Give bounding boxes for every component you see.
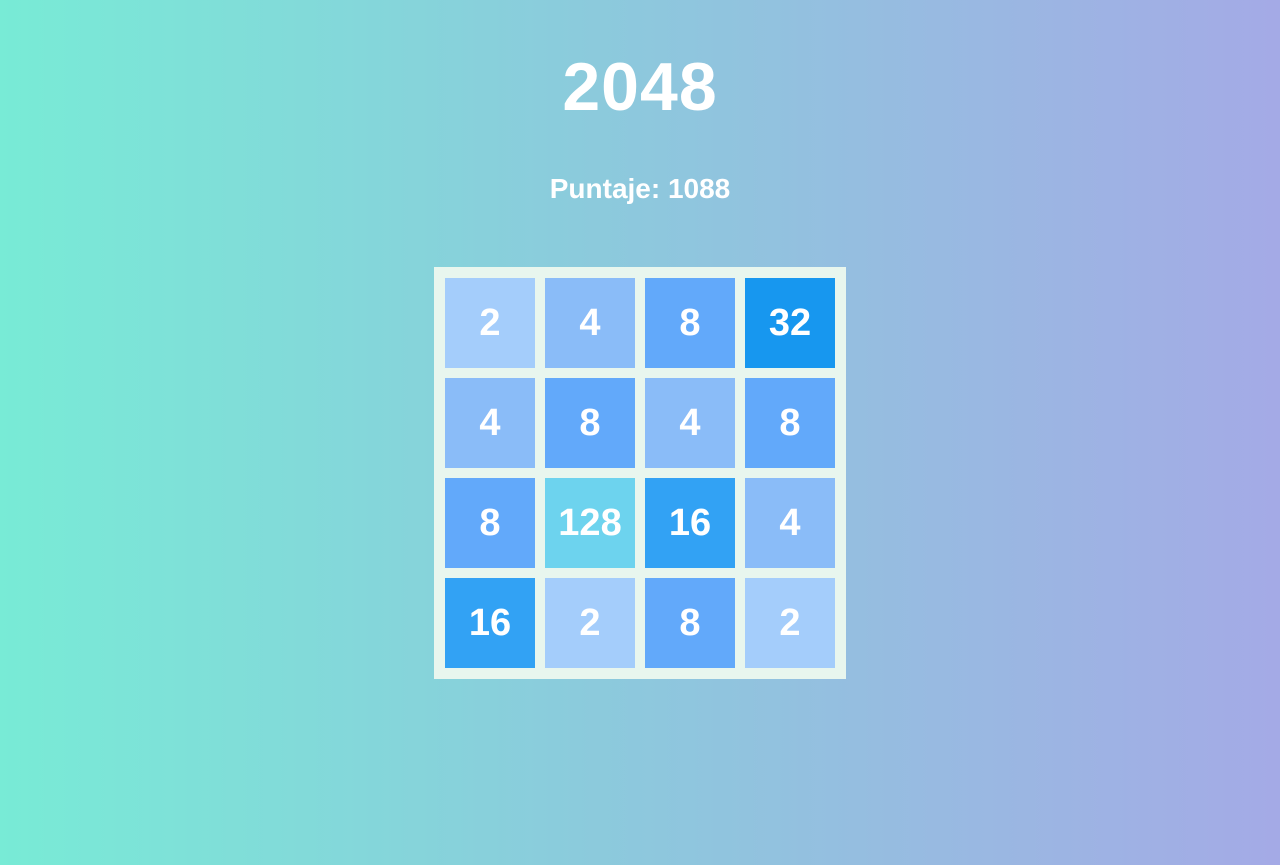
tile: 128: [545, 478, 635, 568]
game-title: 2048: [562, 49, 718, 125]
tile: 8: [645, 278, 735, 368]
tile: 4: [745, 478, 835, 568]
tile: 2: [745, 578, 835, 668]
tile: 2: [445, 278, 535, 368]
tile: 8: [745, 378, 835, 468]
tile: 8: [445, 478, 535, 568]
tile: 8: [545, 378, 635, 468]
tile: 2: [545, 578, 635, 668]
tile: 4: [545, 278, 635, 368]
tile: 16: [645, 478, 735, 568]
score-label: Puntaje: 1088: [549, 173, 731, 204]
tile: 8: [645, 578, 735, 668]
tile: 16: [445, 578, 535, 668]
tile: 4: [645, 378, 735, 468]
tile: 32: [745, 278, 835, 368]
game-board[interactable]: 2 4 8 32 4 8 4 8 8 128 16 4 16 2 8 2: [434, 267, 846, 679]
tile: 4: [445, 378, 535, 468]
